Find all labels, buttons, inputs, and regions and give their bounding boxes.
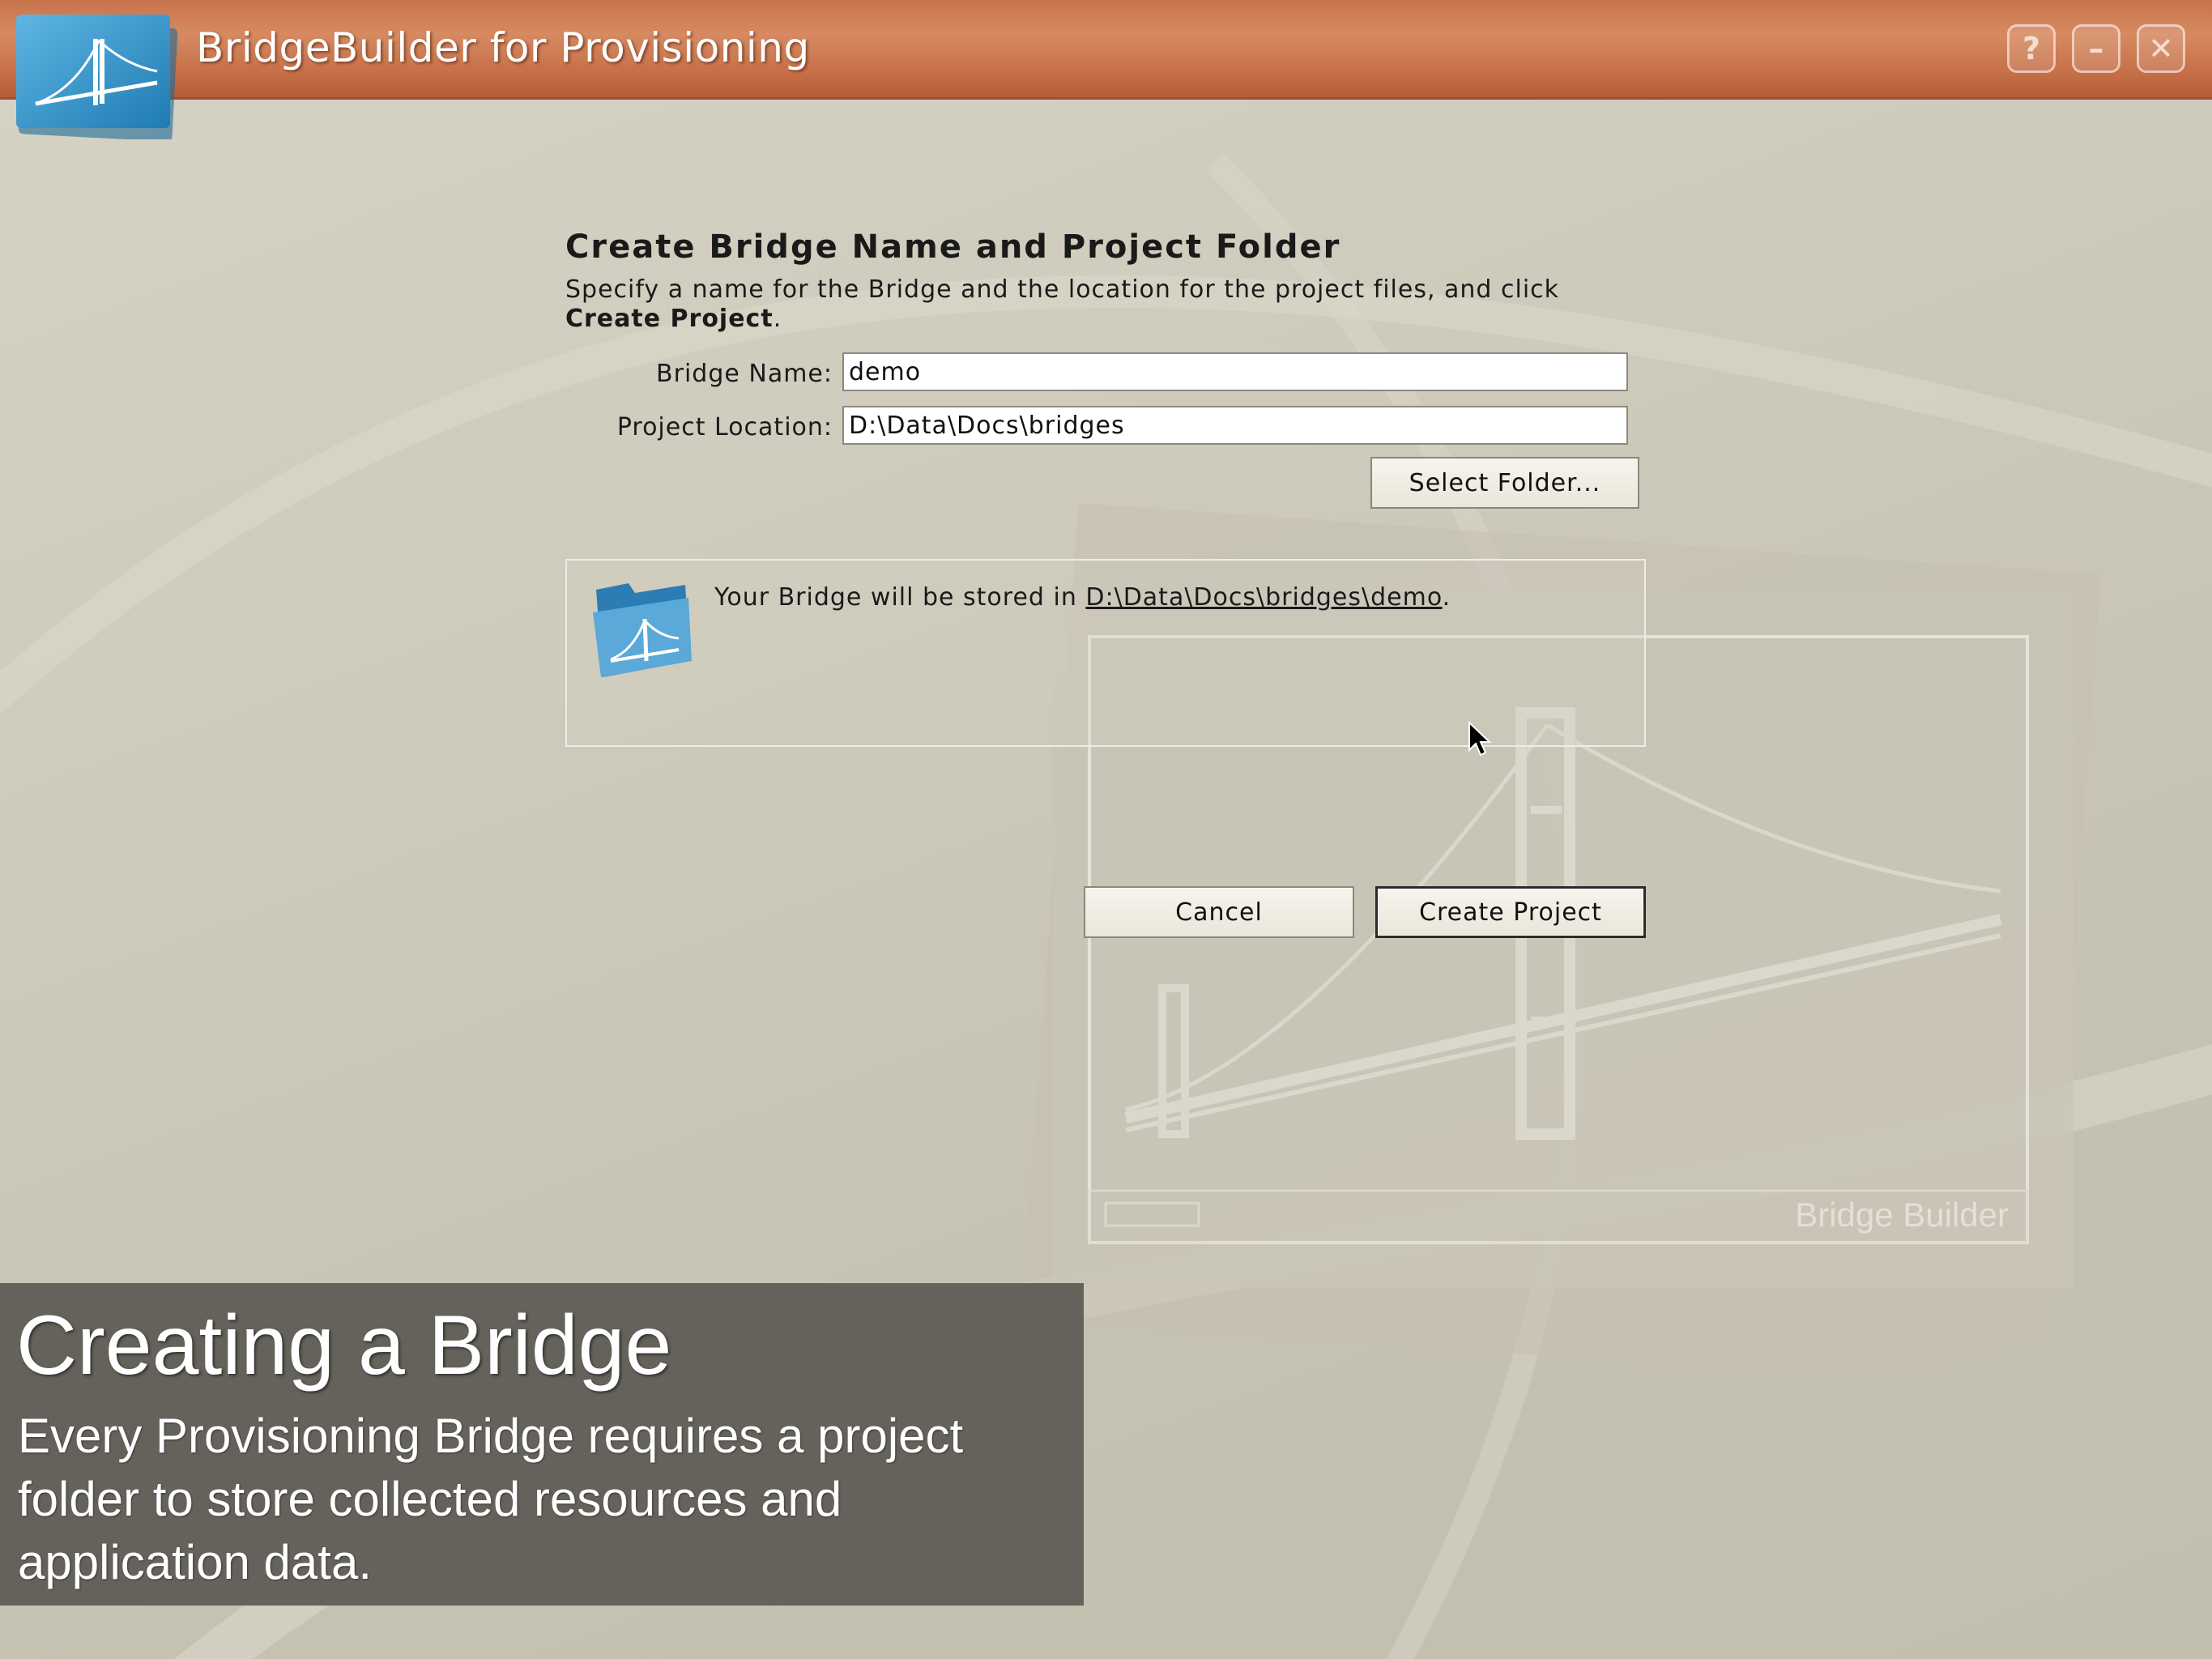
- window-title: BridgeBuilder for Provisioning: [196, 24, 810, 71]
- minimize-icon: –: [2088, 31, 2104, 66]
- app-window: Bridge Builder BridgeBuilder for Provisi…: [0, 0, 2212, 1659]
- bridge-name-input[interactable]: [842, 352, 1628, 391]
- title-bar: BridgeBuilder for Provisioning ? – ✕: [0, 0, 2212, 100]
- storage-info-text: Your Bridge will be stored in D:\Data\Do…: [714, 583, 1451, 612]
- bridge-name-label: Bridge Name:: [656, 360, 833, 388]
- project-location-input[interactable]: [842, 406, 1628, 445]
- caption-title: Creating a Bridge: [16, 1299, 672, 1392]
- cancel-button[interactable]: Cancel: [1084, 886, 1354, 938]
- caption-body: Every Provisioning Bridge requires a pro…: [18, 1409, 964, 1589]
- tutorial-caption: Creating a Bridge Every Provisioning Bri…: [0, 1283, 1084, 1606]
- close-icon: ✕: [2148, 31, 2174, 66]
- help-icon: ?: [2022, 31, 2041, 66]
- mouse-cursor-icon: [1468, 721, 1492, 757]
- app-logo-icon: [16, 15, 178, 139]
- watermark-text: Bridge Builder: [1795, 1196, 2009, 1234]
- project-location-label: Project Location:: [616, 413, 833, 441]
- close-button[interactable]: ✕: [2137, 24, 2185, 73]
- storage-info-panel: Your Bridge will be stored in D:\Data\Do…: [565, 559, 1646, 747]
- help-button[interactable]: ?: [2007, 24, 2056, 73]
- select-folder-button[interactable]: Select Folder...: [1370, 457, 1639, 509]
- minimize-button[interactable]: –: [2072, 24, 2120, 73]
- folder-icon: [593, 583, 692, 677]
- instructions-text: Specify a name for the Bridge and the lo…: [565, 275, 1560, 333]
- dialog-heading: Create Bridge Name and Project Folder: [565, 228, 1341, 266]
- storage-path-link[interactable]: D:\Data\Docs\bridges\demo: [1085, 583, 1442, 612]
- create-project-button[interactable]: Create Project: [1375, 886, 1646, 938]
